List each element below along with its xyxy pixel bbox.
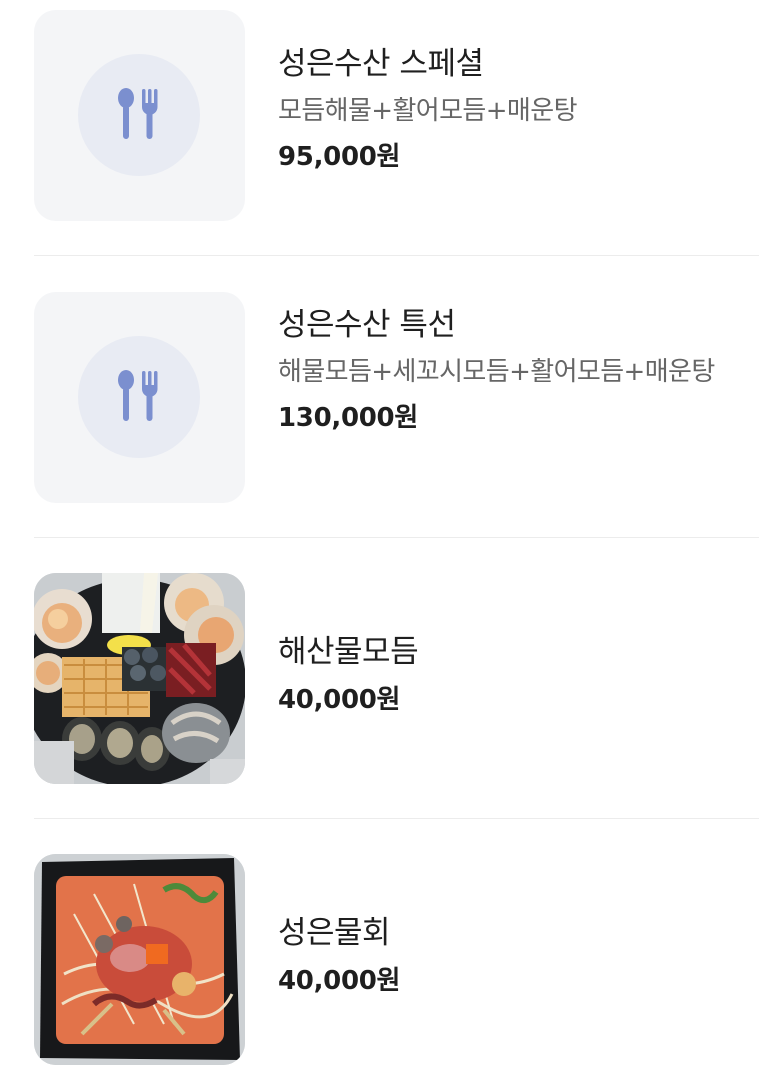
menu-item-thumbnail: [34, 292, 245, 503]
divider: [34, 818, 759, 819]
menu-item-mulhoe[interactable]: 성은물회 40,000원: [34, 854, 759, 1065]
placeholder-circle: [78, 336, 200, 458]
menu-item-name: 성은수산 스페셜: [278, 46, 484, 82]
menu-item-seafood-platter[interactable]: 해산물모듬 40,000원: [34, 573, 759, 784]
mulhoe-bowl-photo: [34, 854, 245, 1065]
menu-item-price: 95,000원: [278, 142, 401, 172]
menu-item-name: 해산물모듬: [278, 634, 419, 670]
menu-item-signature[interactable]: 성은수산 특선 해물모듬+세꼬시모듬+활어모듬+매운탕 130,000원: [34, 292, 759, 503]
seafood-platter-photo: [34, 573, 245, 784]
fork-spoon-icon: [118, 88, 158, 139]
menu-item-price: 130,000원: [278, 403, 418, 433]
menu-item-description: 해물모듬+세꼬시모듬+활어모듬+매운탕: [278, 357, 715, 387]
menu-item-name: 성은물회: [278, 915, 391, 951]
placeholder-circle: [78, 54, 200, 176]
menu-item-description: 모듬해물+활어모듬+매운탕: [278, 96, 578, 126]
menu-item-price: 40,000원: [278, 685, 401, 715]
menu-item-special[interactable]: 성은수산 스페셜 모듬해물+활어모듬+매운탕 95,000원: [34, 10, 759, 221]
fork-spoon-icon: [118, 370, 158, 421]
divider: [34, 255, 759, 256]
divider: [34, 537, 759, 538]
menu-item-name: 성은수산 특선: [278, 307, 456, 343]
menu-item-thumbnail: [34, 10, 245, 221]
menu-item-price: 40,000원: [278, 966, 401, 996]
